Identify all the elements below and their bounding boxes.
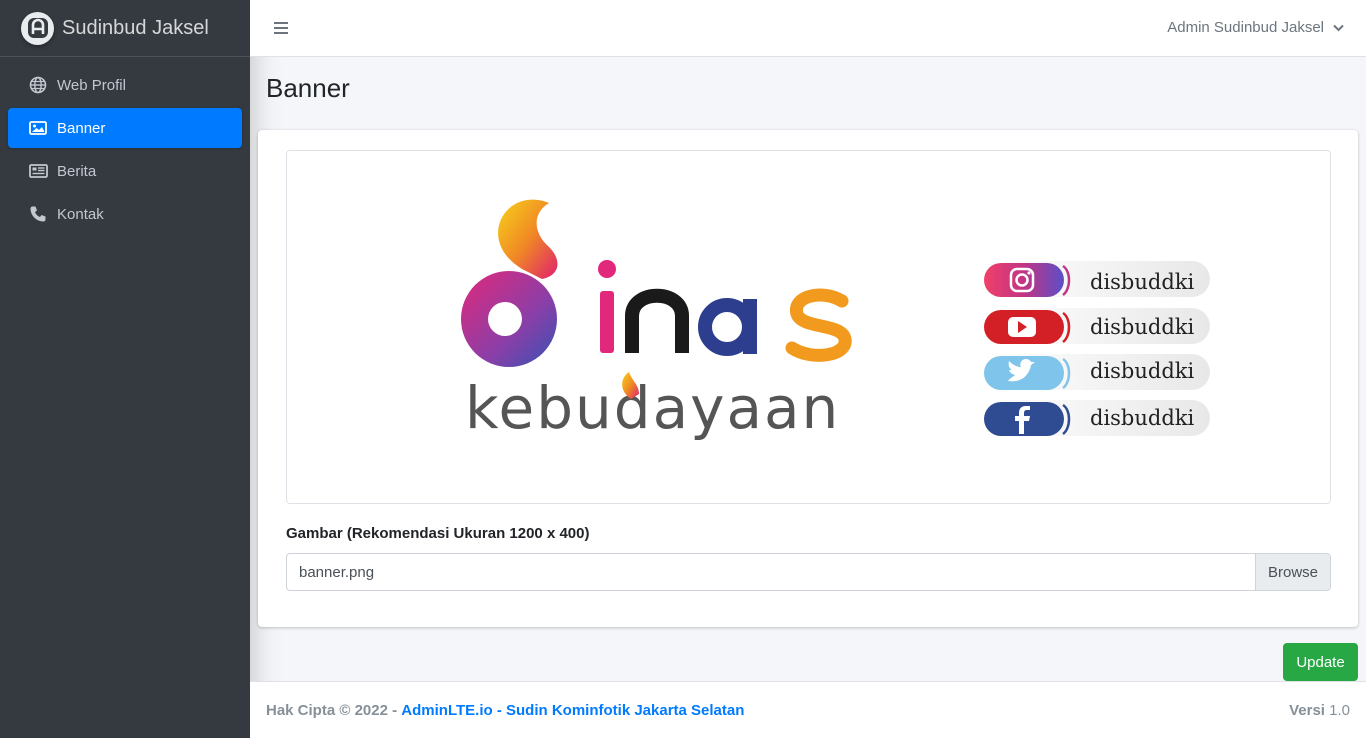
file-field-label: Gambar (Rekomendasi Ukuran 1200 x 400)	[286, 525, 590, 542]
kominfotik-link[interactable]: Sudin Kominfotik Jakarta Selatan	[506, 702, 744, 719]
banner-logo-wordmark: kebudayaan	[465, 374, 840, 442]
top-navbar: Admin Sudinbud Jaksel	[250, 0, 1366, 57]
sidebar-item-kontak[interactable]: Kontak	[8, 194, 242, 234]
social-handle-twitter: disbuddki	[1090, 359, 1195, 383]
social-handle-facebook: disbuddki	[1090, 406, 1195, 430]
sidebar-item-label: Web Profil	[57, 76, 126, 94]
user-name: Admin Sudinbud Jaksel	[1167, 19, 1324, 36]
page-title: Banner	[266, 73, 350, 103]
banner-card: kebudayaan disbuddki disbuddki disbuddki…	[258, 130, 1358, 627]
social-handle-youtube: disbuddki	[1090, 315, 1195, 339]
brand-link[interactable]: Sudinbud Jaksel	[0, 0, 250, 57]
user-dropdown[interactable]: Admin Sudinbud Jaksel	[1167, 19, 1344, 36]
sidebar-item-label: Banner	[57, 119, 106, 137]
sidebar-item-berita[interactable]: Berita	[8, 151, 242, 191]
phone-icon	[28, 204, 48, 224]
sidebar-item-label: Berita	[57, 162, 97, 180]
browse-button[interactable]: Browse	[1255, 554, 1330, 590]
footer: Hak Cipta © 2022 - AdminLTE.io - Sudin K…	[250, 681, 1366, 738]
menu-toggle-icon[interactable]	[274, 21, 288, 35]
social-handle-instagram: disbuddki	[1090, 270, 1195, 294]
sidebar-nav: Web Profil Banner Berita Kontak	[0, 57, 250, 234]
chevron-down-icon	[1333, 24, 1344, 31]
brand-logo-icon	[21, 11, 54, 45]
sidebar-item-banner[interactable]: Banner	[8, 108, 242, 148]
footer-copyright: Hak Cipta © 2022 - AdminLTE.io - Sudin K…	[266, 701, 745, 719]
file-name-value: banner.png	[299, 563, 375, 581]
image-icon	[28, 118, 48, 138]
banner-preview: kebudayaan disbuddki disbuddki disbuddki…	[286, 150, 1331, 504]
file-upload-input[interactable]: banner.png Browse	[286, 553, 1331, 591]
globe-icon	[28, 75, 48, 95]
banner-image: kebudayaan disbuddki disbuddki disbuddki…	[461, 199, 1210, 442]
sidebar-item-web-profil[interactable]: Web Profil	[8, 65, 242, 105]
footer-version: Versi 1.0	[1289, 701, 1350, 719]
sidebar: Sudinbud Jaksel Web Profil Banner Berita…	[0, 0, 250, 738]
newspaper-icon	[28, 161, 48, 181]
adminlte-link[interactable]: AdminLTE.io	[401, 702, 492, 719]
sidebar-item-label: Kontak	[57, 205, 104, 223]
brand-text: Sudinbud Jaksel	[62, 16, 209, 39]
update-button[interactable]: Update	[1283, 643, 1358, 681]
